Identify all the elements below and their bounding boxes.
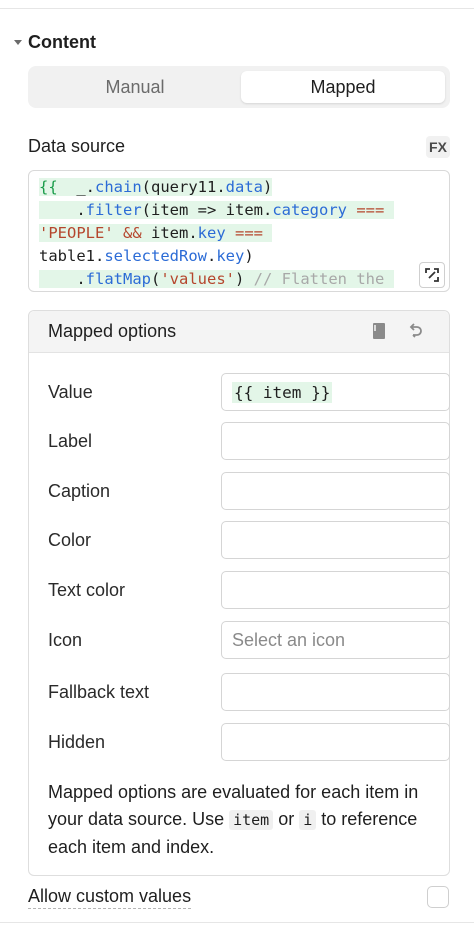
field-label: Icon bbox=[48, 630, 83, 650]
icon-select-placeholder: Select an icon bbox=[232, 629, 346, 650]
field-row-icon: Icon Select an icon bbox=[48, 621, 450, 659]
code-chip-i: i bbox=[299, 810, 317, 830]
code-line-5: .flatMap('values') // Flatten the bbox=[39, 270, 394, 288]
caption-input[interactable] bbox=[221, 472, 450, 510]
mode-segmented-control: Manual Mapped bbox=[28, 66, 450, 108]
help-text-part: or bbox=[273, 809, 300, 829]
mode-manual-option[interactable]: Manual bbox=[33, 71, 237, 103]
hidden-input[interactable] bbox=[221, 723, 450, 761]
field-row-fallback-text: Fallback text bbox=[48, 673, 450, 711]
field-row-color: Color bbox=[48, 521, 450, 559]
field-row-hidden: Hidden bbox=[48, 723, 450, 761]
code-line-4: table1.selectedRow.key) bbox=[39, 247, 254, 265]
mapped-options-help-text: Mapped options are evaluated for each it… bbox=[48, 779, 438, 861]
fx-toggle-button[interactable]: FX bbox=[426, 136, 450, 158]
code-line-3: 'PEOPLE' && item.key === bbox=[39, 222, 439, 245]
data-source-label: Data source bbox=[28, 136, 126, 156]
field-label: Hidden bbox=[48, 732, 106, 752]
book-icon[interactable] bbox=[369, 321, 389, 341]
allow-custom-values-label[interactable]: Allow custom values bbox=[28, 886, 192, 909]
label-input[interactable] bbox=[221, 422, 450, 460]
mapped-options-header: Mapped options bbox=[29, 311, 449, 353]
mapped-options-title: Mapped options bbox=[48, 321, 177, 341]
field-label: Label bbox=[48, 431, 93, 451]
code-line-1: {{ _.chain(query11.data) bbox=[39, 178, 273, 196]
value-input-text: {{ item }} bbox=[232, 381, 333, 403]
field-label: Caption bbox=[48, 481, 111, 501]
code-line-2: .filter(item => item.category === bbox=[39, 199, 439, 222]
expand-icon bbox=[425, 268, 439, 282]
field-label: Text color bbox=[48, 580, 126, 600]
mapped-options-panel: Mapped options Value {{ item }} Label Ca… bbox=[28, 310, 450, 876]
expand-editor-button[interactable] bbox=[419, 262, 445, 288]
value-input[interactable]: {{ item }} bbox=[221, 373, 450, 411]
field-label: Color bbox=[48, 530, 92, 550]
field-row-label: Label bbox=[48, 422, 450, 460]
field-row-text-color: Text color bbox=[48, 571, 450, 609]
top-divider bbox=[0, 8, 474, 9]
color-input[interactable] bbox=[221, 521, 450, 559]
icon-select[interactable]: Select an icon bbox=[221, 621, 450, 659]
mode-mapped-option[interactable]: Mapped bbox=[241, 71, 445, 103]
fallback-text-input[interactable] bbox=[221, 673, 450, 711]
field-label: Fallback text bbox=[48, 682, 150, 702]
code-chip-item: item bbox=[229, 810, 274, 830]
caret-down-icon[interactable] bbox=[14, 40, 22, 45]
field-row-value: Value {{ item }} bbox=[48, 373, 450, 411]
bottom-divider bbox=[0, 922, 474, 923]
section-title: Content bbox=[28, 31, 96, 52]
field-label: Value bbox=[48, 382, 93, 402]
content-section-header[interactable]: Content bbox=[14, 30, 96, 54]
allow-custom-values-checkbox[interactable] bbox=[427, 886, 449, 908]
field-row-caption: Caption bbox=[48, 472, 450, 510]
text-color-input[interactable] bbox=[221, 571, 450, 609]
undo-icon[interactable] bbox=[405, 321, 425, 341]
data-source-code-editor[interactable]: {{ _.chain(query11.data) .filter(item =>… bbox=[28, 170, 450, 292]
